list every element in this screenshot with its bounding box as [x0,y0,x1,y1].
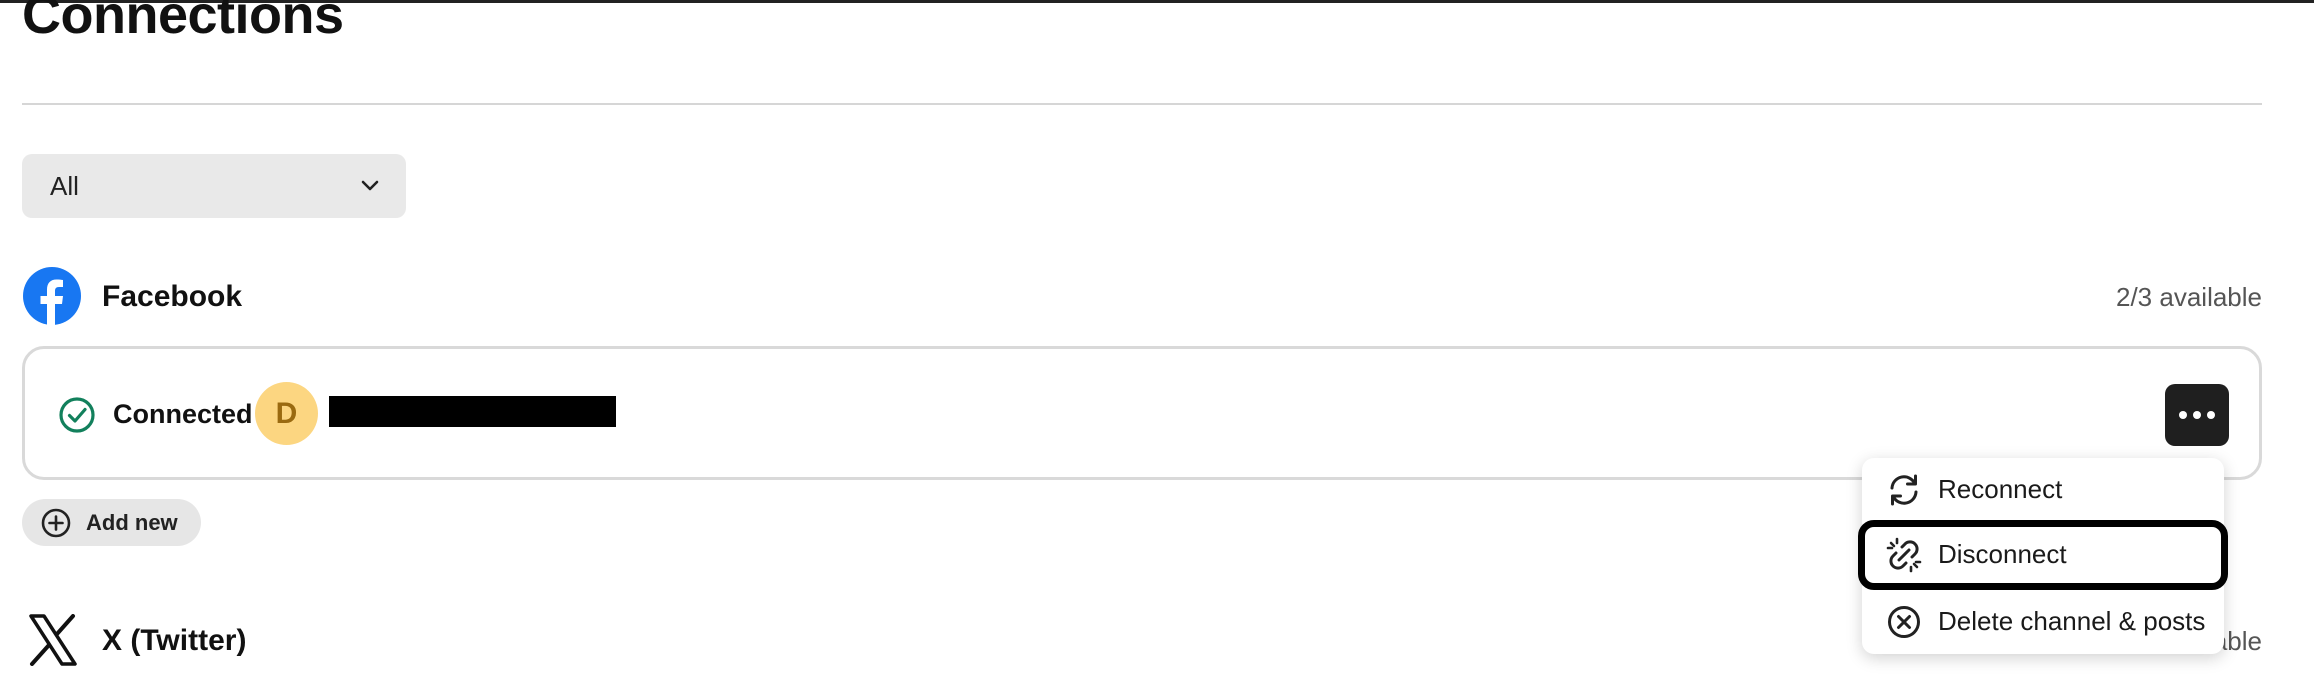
menu-item-reconnect[interactable]: Reconnect [1862,458,2224,520]
more-dot-icon [2193,411,2201,419]
connections-page: Connections All Facebook 2/3 available C… [0,0,2314,686]
more-dot-icon [2207,411,2215,419]
connection-options-menu: Reconnect Disconnect Delete channel & po… [1858,458,2228,654]
title-divider [22,103,2262,105]
twitter-section-title: X (Twitter) [102,624,247,657]
filter-selected-value: All [50,170,79,201]
refresh-icon [1890,474,1918,506]
page-title: Connections [22,0,344,45]
avatar: D [255,382,318,445]
add-new-button[interactable]: Add new [22,499,201,546]
menu-item-delete[interactable]: Delete channel & posts [1862,590,2224,652]
menu-item-disconnect[interactable]: Disconnect [1858,520,2228,590]
menu-item-reconnect-label: Reconnect [1938,474,2063,504]
more-dot-icon [2179,411,2187,419]
broken-link-icon [1886,537,1922,573]
facebook-icon [23,267,81,325]
filter-dropdown[interactable]: All [22,154,406,218]
chevron-down-icon [361,180,379,191]
check-circle-icon [59,397,95,433]
x-twitter-icon [29,614,77,666]
connection-status-label: Connected [113,399,253,429]
facebook-availability: 2/3 available [2116,282,2262,312]
facebook-section-title: Facebook [102,280,243,313]
top-toolbar-edge [0,0,2314,3]
facebook-section-header: Facebook 2/3 available [22,266,2262,330]
more-options-button[interactable] [2165,384,2229,446]
add-new-label: Add new [86,509,178,535]
avatar-initial: D [275,396,298,430]
plus-circle-icon [40,507,72,539]
menu-item-disconnect-label: Disconnect [1938,539,2067,569]
redacted-account-name [329,396,616,427]
close-circle-icon [1888,606,1920,638]
menu-item-delete-label: Delete channel & posts [1938,606,2206,636]
